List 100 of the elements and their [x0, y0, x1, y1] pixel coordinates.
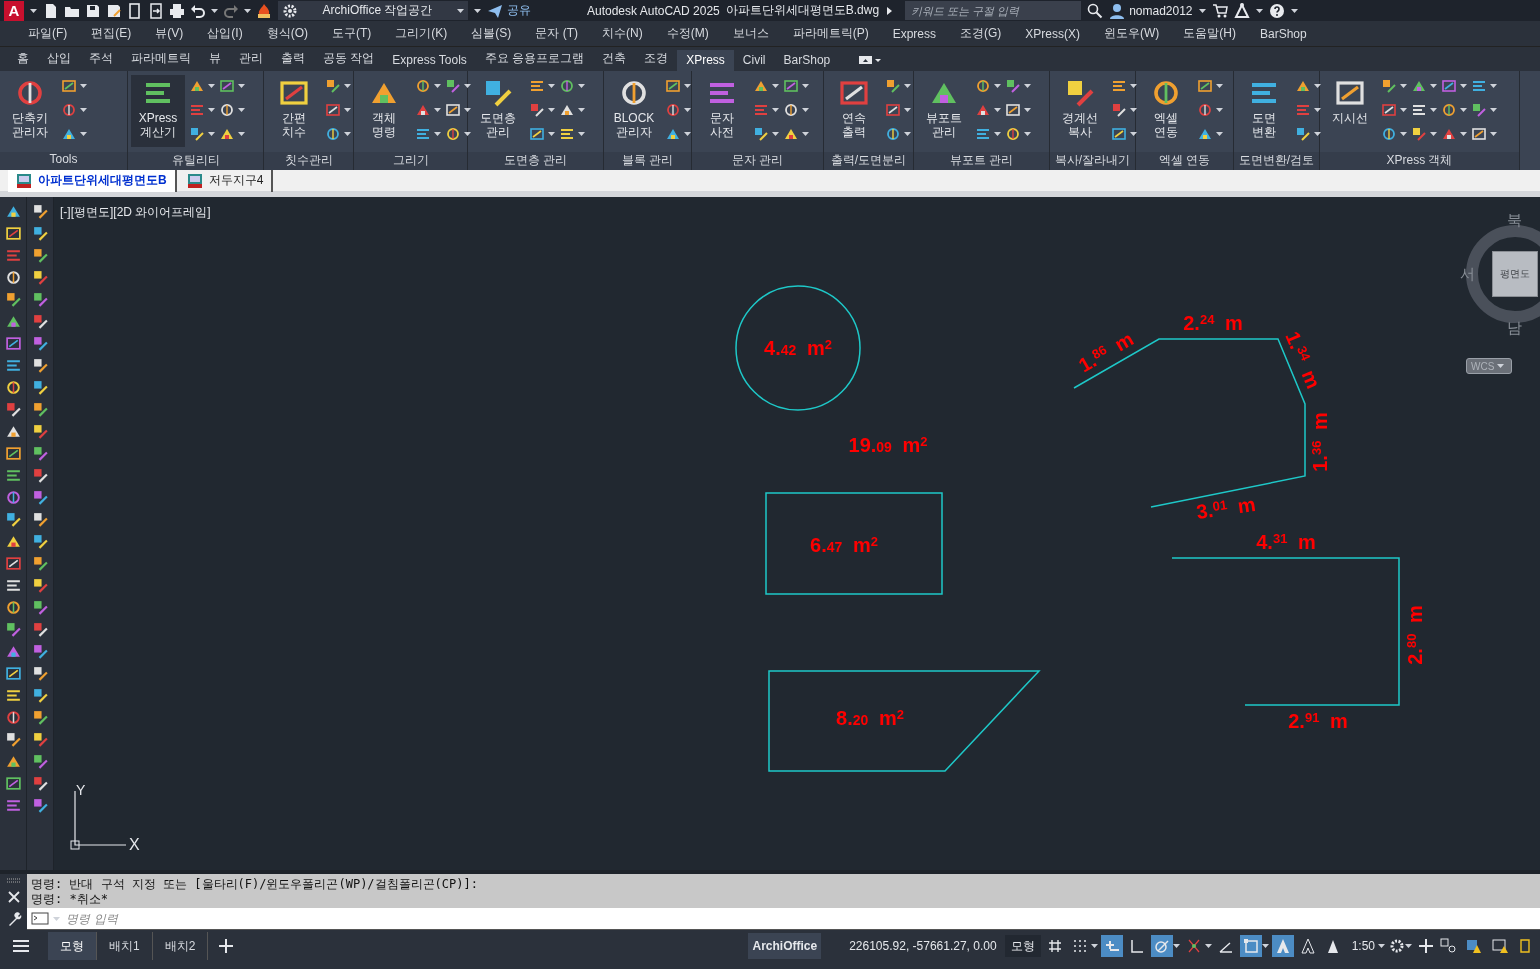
save-icon[interactable]: [85, 2, 101, 19]
tool-icon[interactable]: [4, 313, 22, 330]
tool-icon[interactable]: [31, 467, 49, 484]
tool-icon[interactable]: [31, 269, 49, 286]
menu-item[interactable]: 수정(M): [654, 25, 721, 42]
ribbon-tab[interactable]: 뷰: [200, 47, 230, 71]
file-tab[interactable]: 아파트단위세대평면도B: [8, 169, 177, 192]
viewport-label[interactable]: [-][평면도][2D 와이어프레임]: [60, 204, 211, 221]
tool-icon[interactable]: [1111, 126, 1127, 142]
ribbon-tab[interactable]: 관리: [230, 47, 272, 71]
ribbon-tab[interactable]: XPress: [677, 50, 734, 71]
tool-icon[interactable]: [4, 203, 22, 220]
user-menu[interactable]: nomad2012: [1109, 2, 1193, 19]
layout-tab[interactable]: 모형: [48, 932, 97, 960]
ribbon-tab[interactable]: 삽입: [38, 47, 80, 71]
view-cube-face[interactable]: 평면도: [1492, 251, 1538, 297]
tool-icon[interactable]: [4, 291, 22, 308]
shapes-icon[interactable]: [1440, 938, 1456, 954]
tool-icon[interactable]: [885, 102, 901, 118]
menu-item[interactable]: 치수(N): [589, 25, 655, 42]
ribbon-button[interactable]: XPress 계산기: [131, 75, 185, 147]
tool-icon[interactable]: [325, 126, 341, 142]
tool-icon[interactable]: [4, 665, 22, 682]
flame-logo-icon[interactable]: [256, 2, 272, 19]
tool-icon[interactable]: [31, 291, 49, 308]
tool-icon[interactable]: [4, 467, 22, 484]
menu-item[interactable]: 파라메트릭(P): [780, 25, 881, 42]
tool-icon[interactable]: [559, 78, 575, 94]
ribbon-button[interactable]: 단축키 관리자: [3, 75, 57, 147]
ribbon-button[interactable]: 객체 명령: [357, 75, 411, 147]
image-warning-icon[interactable]: [1492, 938, 1508, 954]
tool-icon[interactable]: [31, 665, 49, 682]
menu-item[interactable]: 뷰(V): [143, 25, 196, 42]
menu-item[interactable]: 심볼(S): [459, 25, 524, 42]
tool-icon[interactable]: [1197, 78, 1213, 94]
tool-icon[interactable]: [31, 511, 49, 528]
tool-icon[interactable]: [1411, 102, 1427, 118]
tool-icon[interactable]: [31, 445, 49, 462]
app-menu-button[interactable]: A: [4, 0, 24, 21]
ribbon-button[interactable]: 지시선: [1323, 75, 1377, 147]
ribbon-button[interactable]: 간편 치수: [267, 75, 321, 147]
tool-icon[interactable]: [1381, 102, 1397, 118]
tool-icon[interactable]: [4, 709, 22, 726]
tool-icon[interactable]: [4, 269, 22, 286]
tool-icon[interactable]: [753, 126, 769, 142]
search-icon[interactable]: [1087, 2, 1104, 19]
compass-label[interactable]: 북: [1507, 211, 1522, 230]
tool-icon[interactable]: [4, 335, 22, 352]
tool-icon[interactable]: [4, 687, 22, 704]
tool-icon[interactable]: [1381, 126, 1397, 142]
tool-icon[interactable]: [4, 731, 22, 748]
help-icon[interactable]: [1268, 2, 1285, 19]
menu-item[interactable]: 문자 (T): [523, 25, 590, 42]
ribbon-tab[interactable]: 주석: [80, 47, 122, 71]
tool-icon[interactable]: [4, 577, 22, 594]
tool-icon[interactable]: [4, 511, 22, 528]
menu-item[interactable]: 삽입(I): [195, 25, 255, 42]
tool-icon[interactable]: [529, 78, 545, 94]
tool-icon[interactable]: [219, 102, 235, 118]
file-tab[interactable]: 저두지구4: [178, 169, 274, 192]
tool-icon[interactable]: [61, 78, 77, 94]
model-space-button[interactable]: 모형: [1004, 935, 1041, 957]
ribbon-button[interactable]: BLOCK 관리자: [607, 75, 661, 147]
ribbon-tab[interactable]: 파라메트릭: [122, 47, 200, 71]
tool-icon[interactable]: [31, 313, 49, 330]
redo-icon[interactable]: [223, 2, 239, 19]
tool-icon[interactable]: [529, 102, 545, 118]
status-toggle[interactable]: [1271, 935, 1294, 957]
menu-item[interactable]: 윈도우(W): [1092, 25, 1172, 42]
tool-icon[interactable]: [4, 357, 22, 374]
tool-icon[interactable]: [1005, 102, 1021, 118]
tool-icon[interactable]: [4, 643, 22, 660]
export-icon[interactable]: [148, 2, 164, 19]
menu-item[interactable]: 파일(F): [16, 25, 80, 42]
status-toggle[interactable]: [1239, 935, 1262, 957]
tool-icon[interactable]: [4, 753, 22, 770]
tool-icon[interactable]: [31, 709, 49, 726]
tool-icon[interactable]: [4, 621, 22, 638]
ribbon-tab[interactable]: 건축: [593, 47, 636, 71]
tool-icon[interactable]: [31, 225, 49, 242]
layout-tab[interactable]: 배치2: [152, 932, 209, 960]
tool-icon[interactable]: [31, 687, 49, 704]
command-input-field[interactable]: 명령 입력: [64, 910, 1540, 927]
compass-label[interactable]: 남: [1507, 319, 1522, 338]
tool-icon[interactable]: [31, 621, 49, 638]
share-button[interactable]: 공유: [487, 2, 531, 19]
tool-icon[interactable]: [31, 401, 49, 418]
tool-icon[interactable]: [1381, 78, 1397, 94]
ribbon-button[interactable]: 뷰포트 관리: [917, 75, 971, 147]
tool-icon[interactable]: [325, 102, 341, 118]
tool-icon[interactable]: [1471, 126, 1487, 142]
ribbon-button[interactable]: 도면층 관리: [471, 75, 525, 147]
plus-icon[interactable]: [1418, 938, 1434, 954]
ribbon-button[interactable]: 도면 변환: [1237, 75, 1291, 147]
tool-icon[interactable]: [189, 126, 205, 142]
ribbon-button[interactable]: 연속 출력: [827, 75, 881, 147]
tool-icon[interactable]: [31, 203, 49, 220]
tool-icon[interactable]: [31, 423, 49, 440]
ribbon-button[interactable]: 경계선 복사: [1053, 75, 1107, 147]
tool-icon[interactable]: [4, 599, 22, 616]
